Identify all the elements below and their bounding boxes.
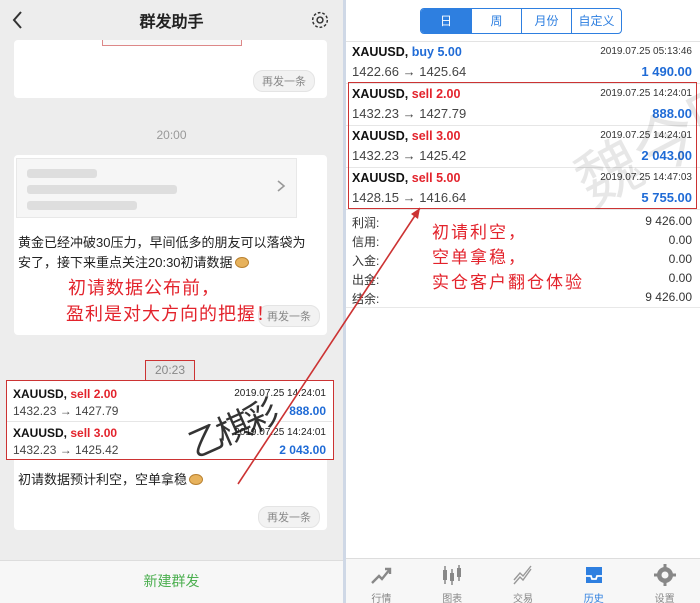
trade-date: 2019.07.25 05:13:46 <box>600 46 692 57</box>
trade-profit: 888.00 <box>289 404 326 418</box>
quoted-recipients <box>16 158 297 218</box>
trade-row: XAUUSD, sell 2.00 2019.07.25 14:24:01 14… <box>7 383 332 422</box>
gear-icon[interactable] <box>309 9 331 31</box>
coin-emoji-icon <box>189 474 204 485</box>
resend-button[interactable]: 再发一条 <box>253 70 315 92</box>
message-text: 初请数据预计利空，空单拿稳 <box>18 470 308 490</box>
screenshot-composite: 群发助手 再发一条 20:00 黄金已经冲破30压力，早间低多的朋友可以落袋为安… <box>0 0 700 603</box>
annotation-text: 初请数据公布前， <box>68 278 220 299</box>
message-text: 黄金已经冲破30压力，早间低多的朋友可以落袋为安了，接下来重点关注20:30初请… <box>18 235 306 270</box>
tab-trade[interactable]: 交易 <box>488 559 559 603</box>
annotation-text: 实仓客户翻仓体验 <box>432 273 584 293</box>
trade-row: XAUUSD, sell 3.00 2019.07.25 14:24:01 14… <box>7 422 332 461</box>
trade-prices: 1422.66 → 1425.64 <box>352 64 467 79</box>
tab-week[interactable]: 周 <box>471 9 521 33</box>
tab-month[interactable]: 月份 <box>521 9 571 33</box>
trade-icon <box>513 565 532 585</box>
chart-icon <box>443 565 462 585</box>
trade-history-screen: 日 周 月份 自定义 XAUUSD, buy 5.00 2019.07.25 0… <box>346 0 700 603</box>
timestamp: 20:00 <box>156 128 187 142</box>
resend-button[interactable]: 再发一条 <box>258 506 320 528</box>
back-icon[interactable] <box>8 7 28 33</box>
history-row[interactable]: XAUUSD, buy 5.00 2019.07.25 05:13:46 142… <box>346 42 700 84</box>
trade-screenshot: XAUUSD, sell 2.00 2019.07.25 14:24:01 14… <box>6 380 334 460</box>
coin-emoji-icon <box>234 257 249 268</box>
annotation-text: 初请利空， <box>432 223 527 243</box>
trade-profit: 2 043.00 <box>279 443 326 457</box>
tab-day[interactable]: 日 <box>421 9 471 33</box>
tab-settings[interactable]: 设置 <box>629 559 700 603</box>
trade-symbol: XAUUSD, sell 2.00 <box>13 387 118 401</box>
annotation-text: 盈利是对大方向的把握！ <box>66 304 275 325</box>
tab-quotes[interactable]: 行情 <box>346 559 417 603</box>
trade-prices: 1432.23 → 1427.79 <box>13 404 119 418</box>
chevron-right-icon[interactable] <box>276 179 286 193</box>
annotation-text: 空单拿稳， <box>432 248 527 268</box>
history-icon <box>585 567 602 583</box>
header-bar: 群发助手 <box>0 0 343 40</box>
timestamp: 20:23 <box>145 360 195 381</box>
bottom-tab-bar: 行情 图表 交易 历史 设置 <box>346 558 700 603</box>
tab-history[interactable]: 历史 <box>558 559 629 603</box>
new-broadcast-button[interactable]: 新建群发 <box>0 560 343 603</box>
image-thumbnail <box>102 40 242 46</box>
trade-symbol: XAUUSD, buy 5.00 <box>352 45 462 59</box>
page-title: 群发助手 <box>139 14 204 31</box>
broadcast-assistant-screen: 群发助手 再发一条 20:00 黄金已经冲破30压力，早间低多的朋友可以落袋为安… <box>0 0 343 603</box>
message-card: 再发一条 <box>14 40 327 98</box>
settings-icon <box>653 564 676 586</box>
quotes-icon <box>371 567 392 584</box>
tab-custom[interactable]: 自定义 <box>571 9 621 33</box>
period-segmented-control: 日 周 月份 自定义 <box>420 8 622 34</box>
tab-chart[interactable]: 图表 <box>417 559 488 603</box>
trade-symbol: XAUUSD, sell 3.00 <box>13 426 118 440</box>
trade-prices: 1432.23 → 1425.42 <box>13 443 119 457</box>
